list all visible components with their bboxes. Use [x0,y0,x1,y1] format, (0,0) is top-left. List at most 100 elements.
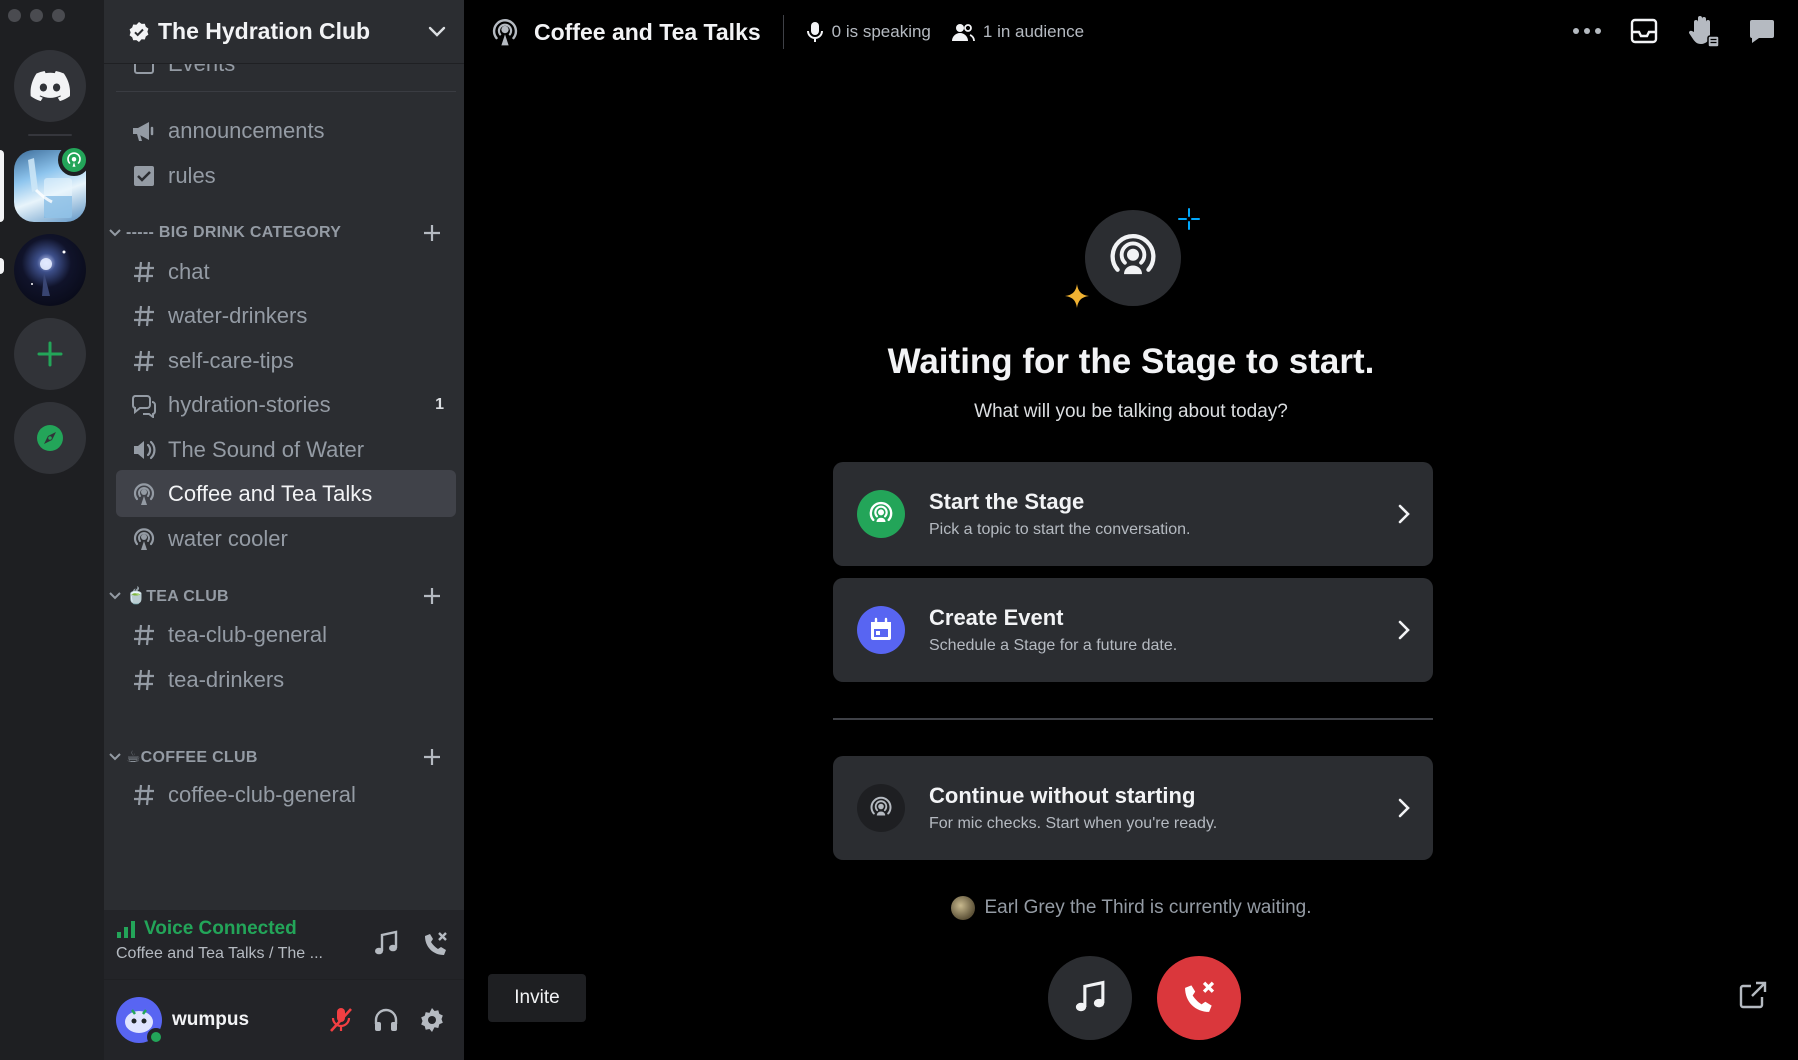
online-status-dot [147,1028,165,1046]
settings-gear-icon[interactable] [418,1006,446,1034]
guild-header[interactable]: The Hydration Club [104,0,464,64]
text-channel-icon [130,302,158,330]
soundboard-icon[interactable] [372,930,400,958]
channel-name: tea-club-general [168,621,327,647]
waiting-notice: Earl Grey the Third is currently waiting… [464,896,1798,920]
sparkle-icon [1065,284,1089,308]
channel-rules[interactable]: rules [116,152,456,199]
user-panel: wumpus [104,980,464,1060]
category-coffee-club[interactable]: ☕COFFEE CLUB [108,742,458,772]
category-tea-club[interactable]: 🍵TEA CLUB [108,581,458,611]
unread-server-indicator [0,258,4,274]
chat-icon[interactable] [1748,17,1776,45]
chevron-down-icon [109,229,121,237]
zoom-window-icon[interactable] [52,9,65,22]
avatar[interactable] [116,997,165,1046]
people-icon [951,24,975,42]
stage-channel-title: Coffee and Tea Talks [534,18,761,45]
channel-coffee-club-general[interactable]: coffee-club-general [116,771,456,818]
invite-button[interactable]: Invite [488,974,586,1022]
disconnect-icon[interactable] [420,930,450,960]
option-title: Start the Stage [929,489,1085,514]
category-name: 🍵TEA CLUB [126,588,229,605]
minimize-window-icon[interactable] [30,9,43,22]
chevron-right-icon [1398,798,1410,818]
voice-channel-icon [130,436,158,464]
music-note-icon [1075,980,1105,1012]
server-space[interactable] [14,234,86,306]
verified-badge-icon [129,21,149,42]
request-to-speak-icon[interactable] [1686,14,1720,48]
muted-microphone-icon[interactable] [328,1006,354,1034]
more-options-icon[interactable] [1572,27,1602,35]
disconnect-icon [1185,981,1215,1012]
channel-chat[interactable]: chat [116,248,456,295]
option-description: For mic checks. Start when you're ready. [929,815,1218,832]
channel-tea-club-general[interactable]: tea-club-general [116,611,456,658]
username[interactable]: wumpus [172,1009,328,1031]
channel-name: coffee-club-general [168,781,356,807]
soundboard-button[interactable] [1048,956,1132,1040]
channel-name: water-drinkers [168,302,308,328]
channel-announcements[interactable]: announcements [116,107,456,154]
headphones-icon[interactable] [372,1006,400,1034]
leave-stage-button[interactable] [1157,956,1241,1040]
channel-name: The Sound of Water [168,436,365,462]
add-server-button[interactable] [14,318,86,390]
start-stage-option[interactable]: Start the Stage Pick a topic to start th… [833,462,1433,566]
stage-emblem [1085,210,1181,306]
create-channel-plus-icon[interactable] [422,586,442,606]
channel-water-cooler[interactable]: water cooler [116,515,456,562]
stage-live-icon [1110,234,1156,275]
stage-live-icon [857,784,905,832]
discover-servers-button[interactable] [14,402,86,474]
plus-icon [37,341,63,367]
channel-water-drinkers[interactable]: water-drinkers [116,292,456,339]
category-name: ----- BIG DRINK CATEGORY [126,224,342,241]
audience-count: 1 in audience [951,22,1084,42]
stage-status-title: Waiting for the Stage to start. [887,342,1375,381]
channel-self-care-tips[interactable]: self-care-tips [116,337,456,384]
server-hydration-club[interactable] [14,144,90,222]
channel-name: hydration-stories [168,391,331,417]
space-image-icon [31,250,66,296]
audience-label: 1 in audience [982,22,1085,41]
create-channel-plus-icon[interactable] [422,223,442,243]
channel-hydration-stories[interactable]: hydration-stories 1 [116,381,456,428]
popout-icon[interactable] [1738,980,1768,1010]
topbar-divider [782,15,784,49]
channel-events[interactable]: Events [116,64,456,87]
channel-tea-drinkers[interactable]: tea-drinkers [116,656,456,703]
stage-view: Coffee and Tea Talks 0 is speaking 1 in … [464,0,1798,1060]
text-channel-icon [130,666,158,694]
direct-messages-button[interactable] [14,50,86,122]
calendar-icon [130,64,158,78]
category-big-drink[interactable]: ----- BIG DRINK CATEGORY [108,218,458,248]
create-channel-plus-icon[interactable] [422,747,442,767]
channel-coffee-and-tea-talks[interactable]: Coffee and Tea Talks [116,470,456,517]
inbox-icon[interactable] [1630,17,1658,45]
compass-icon [37,425,63,451]
channel-the-sound-of-water[interactable]: The Sound of Water [116,426,456,473]
stage-status-subtitle: What will you be talking about today? [974,401,1288,422]
unread-count-badge: 1 [435,395,444,413]
create-event-option[interactable]: Create Event Schedule a Stage for a futu… [833,578,1433,682]
live-stage-badge [58,144,90,176]
rail-divider [28,134,72,136]
speaking-count: 0 is speaking [806,21,931,43]
text-channel-icon [130,258,158,286]
options-divider [833,718,1433,720]
text-channel-icon [130,781,158,809]
chevron-down-icon [428,26,446,37]
voice-status-label: Voice Connected [144,918,297,939]
close-window-icon[interactable] [8,9,21,22]
channel-name: rules [168,162,216,188]
channel-name: tea-drinkers [168,666,285,692]
continue-without-starting-option[interactable]: Continue without starting For mic checks… [833,756,1433,860]
waiting-text: Earl Grey the Third is currently waiting… [984,897,1312,918]
megaphone-icon [130,117,158,145]
stage-channel-icon [130,525,158,553]
channel-name: chat [168,258,210,284]
channel-name: water cooler [168,525,288,551]
sparkle-icon [1178,208,1200,230]
